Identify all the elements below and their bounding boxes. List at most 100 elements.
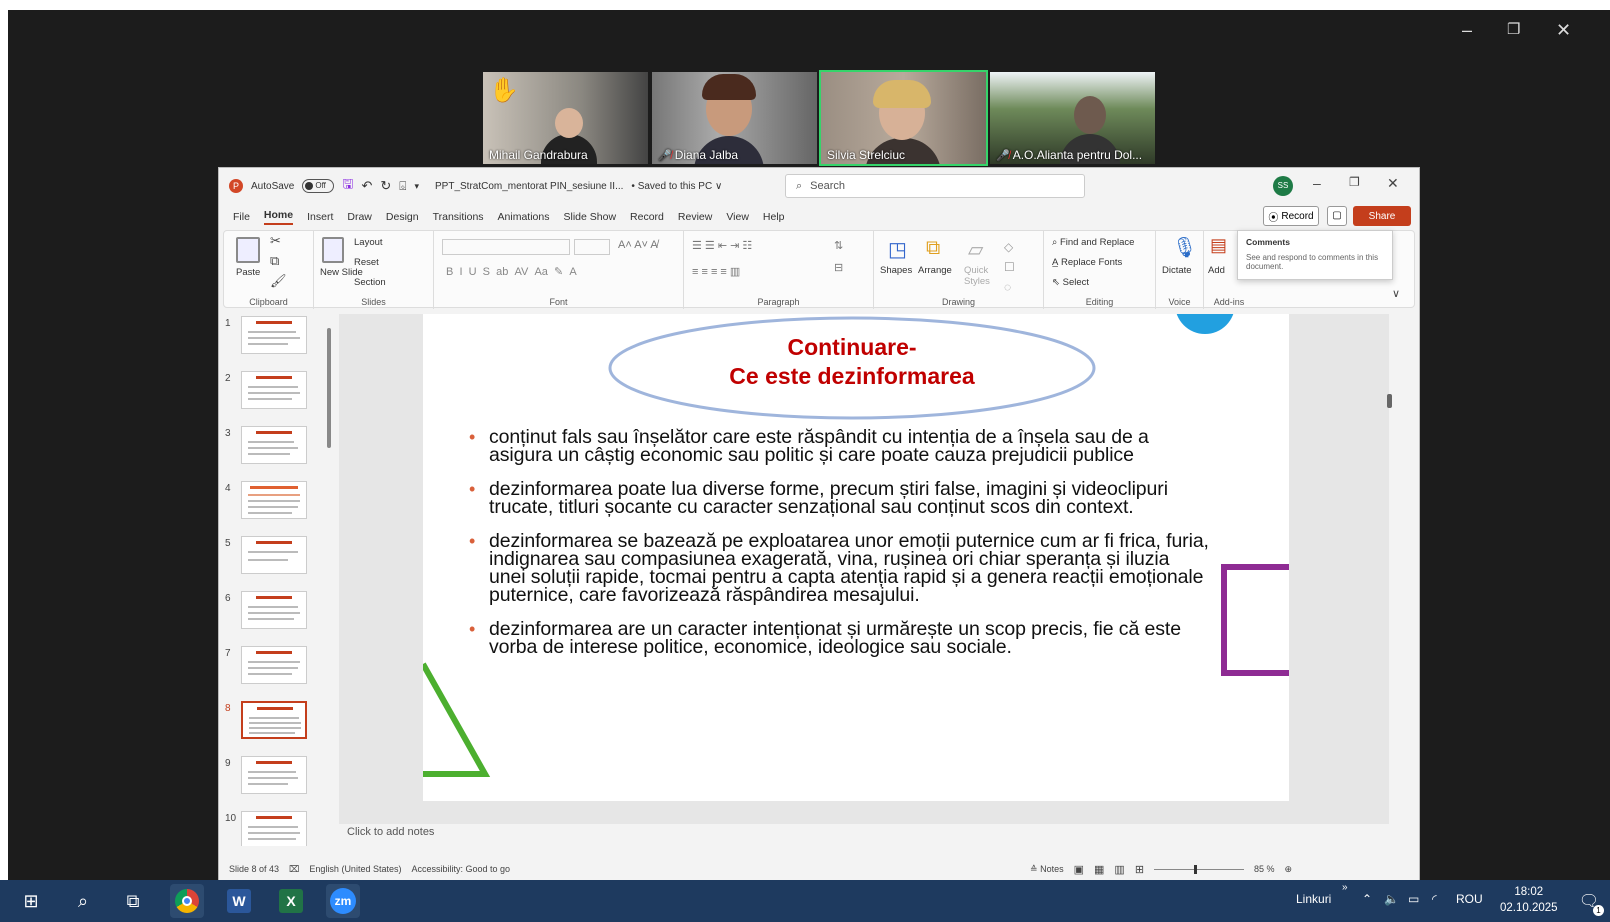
find-replace-button[interactable]: ⌕ Find and Replace xyxy=(1052,237,1134,248)
share-button[interactable]: Share xyxy=(1353,206,1411,226)
dictate-button[interactable]: Dictate xyxy=(1162,265,1192,276)
input-language[interactable]: ROU xyxy=(1456,892,1483,906)
slide-thumbnail[interactable] xyxy=(241,646,307,684)
tab-record[interactable]: Record xyxy=(630,211,664,223)
shapes-icon[interactable]: ◳ xyxy=(888,237,907,262)
language-status[interactable]: English (United States) xyxy=(309,864,401,874)
slide-thumbnail[interactable] xyxy=(241,536,307,574)
quick-styles-icon[interactable]: ▱ xyxy=(968,237,983,262)
new-slide-icon[interactable] xyxy=(322,237,344,263)
zoom-level[interactable]: 85 % xyxy=(1254,864,1275,874)
restore-icon[interactable]: ❐ xyxy=(1349,175,1360,189)
format-painter-icon[interactable]: 🖌 xyxy=(270,273,287,289)
microphone-icon[interactable]: 🎙 xyxy=(1172,235,1197,260)
reading-view-icon[interactable]: ▥ xyxy=(1114,863,1124,876)
layout-button[interactable]: Layout xyxy=(354,237,383,248)
text-direction-icon[interactable]: ⇅ xyxy=(834,239,843,252)
customize-qat-icon[interactable]: ▾ xyxy=(414,181,419,192)
participant-tile[interactable]: ✋ Mihail Gandrabura xyxy=(481,70,650,166)
volume-icon[interactable]: 🔈 xyxy=(1384,892,1399,906)
windows-start-icon[interactable]: ⊞ xyxy=(14,884,48,918)
thumbnail-item[interactable]: 7 xyxy=(223,646,323,692)
slide-canvas[interactable]: Continuare- Ce este dezinformarea conțin… xyxy=(423,314,1289,801)
thumbnail-item[interactable]: 3 xyxy=(223,426,323,472)
font-size-dropdown[interactable] xyxy=(574,239,610,255)
tab-insert[interactable]: Insert xyxy=(307,211,333,223)
file-name[interactable]: PPT_StratCom_mentorat PIN_sesiune II... xyxy=(435,181,623,192)
tab-slide-show[interactable]: Slide Show xyxy=(564,211,617,223)
accessibility-status[interactable]: Accessibility: Good to go xyxy=(411,864,510,874)
clock[interactable]: 18:02 02.10.2025 xyxy=(1500,884,1558,916)
comments-button[interactable]: ▢ xyxy=(1327,206,1347,226)
paste-icon[interactable] xyxy=(236,237,260,263)
close-icon[interactable]: ✕ xyxy=(1556,20,1571,41)
slide-title[interactable]: Continuare- Ce este dezinformarea xyxy=(607,316,1097,428)
add-ins-button[interactable]: Add xyxy=(1208,265,1225,276)
bullet-list[interactable]: conținut fals sau înșelător care este ră… xyxy=(469,427,1209,672)
redo-icon[interactable]: ↻ xyxy=(380,178,391,194)
participant-tile-active[interactable]: Silvia Strelciuc xyxy=(819,70,988,166)
slide-thumbnail[interactable] xyxy=(241,316,307,354)
participant-tile[interactable]: 🎤̸ Diana Jalba xyxy=(650,70,819,166)
arrange-icon[interactable]: ⧉ xyxy=(926,237,940,260)
zoom-slider[interactable] xyxy=(1154,864,1245,874)
tray-overflow-icon[interactable]: ⌃ xyxy=(1362,892,1372,906)
thumbnail-item[interactable]: 2 xyxy=(223,371,323,417)
thumbnail-item[interactable]: 6 xyxy=(223,591,323,637)
arrange-button[interactable]: Arrange xyxy=(918,265,952,276)
thumbnail-item[interactable]: 8 xyxy=(223,701,323,747)
participant-tile[interactable]: 🎤̸ A.O.Alianta pentru Dol... xyxy=(988,70,1157,166)
thumbnail-item[interactable]: 1 xyxy=(223,316,323,362)
present-icon[interactable]: ⌺ xyxy=(399,179,406,194)
align-icons[interactable]: ≡ ≡ ≡ ≡ ▥ xyxy=(692,265,740,278)
slide-thumbnail[interactable] xyxy=(241,481,307,519)
minimize-icon[interactable]: – xyxy=(1313,175,1321,191)
tab-file[interactable]: File xyxy=(233,211,250,223)
section-button[interactable]: Section xyxy=(354,277,386,288)
tab-home[interactable]: Home xyxy=(263,209,294,225)
slide-thumbnail[interactable] xyxy=(241,811,307,846)
slide-scrollbar[interactable] xyxy=(1385,314,1395,804)
save-icon[interactable]: 🖫 xyxy=(342,175,353,197)
fit-slide-icon[interactable]: ⊕ xyxy=(1285,864,1293,875)
align-text-icon[interactable]: ⊟ xyxy=(834,261,843,274)
spellcheck-icon[interactable]: ⌧ xyxy=(289,864,299,875)
slideshow-icon[interactable]: ⊞ xyxy=(1135,863,1144,876)
tab-draw[interactable]: Draw xyxy=(347,211,372,223)
slide-thumbnail[interactable] xyxy=(241,371,307,409)
chrome-icon[interactable] xyxy=(170,884,204,918)
thumbnails-scrollbar[interactable] xyxy=(327,328,331,448)
task-view-icon[interactable]: ⧉ xyxy=(116,884,150,918)
slide-sorter-icon[interactable]: ▦ xyxy=(1094,863,1104,876)
expand-chevron-icon[interactable]: » xyxy=(1342,882,1348,893)
reset-button[interactable]: Reset xyxy=(354,257,379,268)
shape-fill-icons[interactable]: ◇ ☐ ◌ xyxy=(1004,237,1015,297)
shapes-button[interactable]: Shapes xyxy=(880,265,912,276)
add-ins-icon[interactable]: ▤ xyxy=(1210,235,1227,256)
record-button[interactable]: ⦿ Record xyxy=(1263,206,1319,226)
normal-view-icon[interactable]: ▣ xyxy=(1074,863,1084,876)
notification-icon[interactable]: 🗨 1 xyxy=(1572,884,1606,918)
cut-icon[interactable]: ✂ xyxy=(270,233,281,249)
collapse-ribbon-icon[interactable]: ∨ xyxy=(1392,287,1400,300)
restore-icon[interactable]: ❐ xyxy=(1507,20,1520,38)
undo-icon[interactable]: ↶ xyxy=(361,178,372,194)
linkuri-toolbar[interactable]: Linkuri xyxy=(1296,892,1331,906)
thumbnail-item[interactable]: 4 xyxy=(223,481,323,527)
search-icon[interactable]: ⌕ xyxy=(66,884,100,918)
excel-icon[interactable]: X xyxy=(274,884,308,918)
save-status[interactable]: • Saved to this PC ∨ xyxy=(631,181,722,192)
font-size-controls-icon[interactable]: A˄ A˅ A̸ xyxy=(618,239,658,251)
font-name-dropdown[interactable] xyxy=(442,239,570,255)
thumbnail-item[interactable]: 10 xyxy=(223,811,323,846)
paste-button[interactable]: Paste xyxy=(236,267,260,278)
replace-fonts-button[interactable]: A̲ Replace Fonts xyxy=(1052,257,1122,268)
thumbnail-item[interactable]: 5 xyxy=(223,536,323,582)
avatar[interactable]: SS xyxy=(1273,176,1293,196)
notes-pane[interactable]: Click to add notes xyxy=(347,826,434,838)
notes-button[interactable]: ≙ Notes xyxy=(1030,864,1064,875)
tab-transitions[interactable]: Transitions xyxy=(433,211,484,223)
tab-help[interactable]: Help xyxy=(763,211,785,223)
select-button[interactable]: ⇖ Select xyxy=(1052,277,1089,288)
copy-icon[interactable]: ⧉ xyxy=(270,253,279,269)
